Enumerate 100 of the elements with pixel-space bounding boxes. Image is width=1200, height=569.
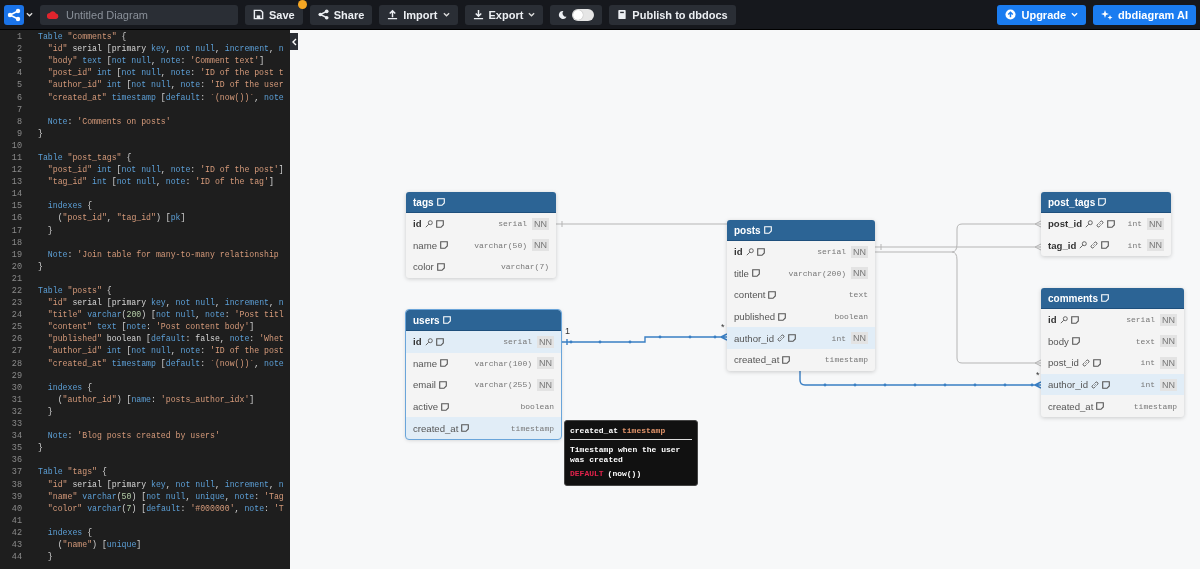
share-button[interactable]: Share xyxy=(309,4,373,25)
line-number: 32 xyxy=(10,406,22,417)
save-button[interactable]: Save xyxy=(245,4,303,25)
field-row[interactable]: name varchar(100) NN xyxy=(406,352,561,375)
field-row[interactable]: author_id int NN xyxy=(727,327,875,349)
field-name: author_id xyxy=(734,332,774,344)
not-null-tag: NN xyxy=(1160,313,1177,326)
not-null-tag: NN xyxy=(532,217,549,230)
import-button[interactable]: Import xyxy=(379,4,458,25)
table-name: tags xyxy=(413,196,434,208)
relationship-line[interactable] xyxy=(560,333,728,346)
note-icon xyxy=(1102,380,1110,389)
table-card[interactable]: tags id serial NN name varchar(50) NN color varchar(7) xyxy=(406,192,556,278)
line-number: 24 xyxy=(10,310,22,321)
line-number: 37 xyxy=(10,467,22,478)
ai-button[interactable]: dbdiagram AI xyxy=(1093,4,1196,25)
field-row[interactable]: post_id int NN xyxy=(1041,213,1171,235)
line-number: 44 xyxy=(10,552,22,563)
line-number: 27 xyxy=(10,346,22,357)
field-type: serial xyxy=(503,337,532,347)
field-name: body xyxy=(1048,335,1069,347)
not-null-tag: NN xyxy=(851,267,868,280)
field-name: name xyxy=(413,239,437,251)
code-line: ("author_id") [name: 'posts_author_idx'] xyxy=(56,393,255,406)
code-line: "post_id" int [not null, note: 'ID of the post'] xyxy=(46,164,284,177)
table-card[interactable]: users id serial NN name varchar(100) NN email varchar(255) NN active boolean created_at timestamp xyxy=(406,310,561,439)
note-icon xyxy=(1101,241,1110,250)
line-number: 26 xyxy=(10,334,22,345)
field-row[interactable]: post_id int NN xyxy=(1041,352,1184,374)
tooltip-field-name: created_at xyxy=(570,426,618,435)
field-row[interactable]: content text xyxy=(727,284,875,306)
field-type: varchar(50) xyxy=(474,240,527,250)
field-type: serial xyxy=(498,219,527,229)
code-line: indexes { xyxy=(46,381,93,394)
note-icon xyxy=(442,316,451,324)
field-row[interactable]: active boolean xyxy=(406,395,561,418)
field-type: text xyxy=(848,290,868,300)
field-row[interactable]: email varchar(255) NN xyxy=(406,374,561,396)
export-button[interactable]: Export xyxy=(464,4,544,25)
collapse-button[interactable] xyxy=(290,33,298,50)
line-number: 11 xyxy=(10,153,22,163)
field-row[interactable]: created_at timestamp xyxy=(727,348,875,371)
field-row[interactable]: tag_id int NN xyxy=(1041,234,1171,257)
field-row[interactable]: id serial NN xyxy=(727,241,875,263)
field-name: active xyxy=(413,401,439,413)
field-name: created_at xyxy=(413,422,459,434)
line-number: 6 xyxy=(15,92,22,103)
code-line: Note: 'Blog posts created by users' xyxy=(46,430,220,443)
line-number: 23 xyxy=(10,298,22,309)
field-row[interactable]: created_at timestamp xyxy=(406,417,561,439)
field-type: varchar(100) xyxy=(474,358,532,368)
field-row[interactable]: published boolean xyxy=(727,305,875,328)
toggle-switch[interactable] xyxy=(572,8,595,21)
field-row[interactable]: id serial NN xyxy=(1041,309,1184,331)
publish-button[interactable]: Publish to dbdocs xyxy=(609,4,736,25)
field-name: id xyxy=(413,218,422,230)
upgrade-button[interactable]: Upgrade xyxy=(997,4,1087,25)
line-number: 42 xyxy=(10,527,22,538)
not-null-tag: NN xyxy=(537,335,554,348)
field-row[interactable]: author_id int NN xyxy=(1041,373,1184,396)
code-line: Table "posts" { xyxy=(38,285,112,297)
note-icon xyxy=(782,355,791,364)
code-line: "author_id" int [not null, note: 'ID of the post xyxy=(46,345,284,358)
table-card[interactable]: posts id serial NN title varchar(200) NN content text published boolean author_id int NN created_at timestamp xyxy=(727,220,875,371)
field-row[interactable]: id serial NN xyxy=(406,213,556,235)
relationship-line[interactable] xyxy=(799,370,1042,389)
field-type: timestamp xyxy=(510,423,554,433)
field-row[interactable]: name varchar(50) NN xyxy=(406,234,556,257)
default-label: DEFAULT xyxy=(570,469,604,478)
line-number: 41 xyxy=(10,515,22,526)
line-number: 43 xyxy=(10,540,22,550)
not-null-tag: NN xyxy=(532,239,549,252)
theme-toggle[interactable] xyxy=(550,4,603,25)
field-row[interactable]: body text NN xyxy=(1041,330,1184,353)
line-number: 12 xyxy=(10,165,22,176)
diagram-name-field[interactable]: Untitled Diagram xyxy=(40,4,238,25)
line-number: 34 xyxy=(10,431,22,442)
table-card[interactable]: post_tags post_id int NN tag_id int NN xyxy=(1041,192,1171,257)
field-row[interactable]: color varchar(7) xyxy=(406,256,556,278)
code-line: Table "tags" { xyxy=(38,466,107,479)
field-type: varchar(7) xyxy=(501,262,549,272)
line-number: 21 xyxy=(10,273,22,284)
table-name: users xyxy=(413,314,440,326)
app-menu-button[interactable] xyxy=(4,4,24,25)
line-number: 20 xyxy=(10,261,22,272)
table-card[interactable]: comments id serial NN body text NN post_id int NN author_id int NN created_at timestamp xyxy=(1041,288,1184,417)
field-row[interactable]: title varchar(200) NN xyxy=(727,262,875,285)
not-null-tag: NN xyxy=(851,332,868,345)
field-row[interactable]: id serial NN xyxy=(406,331,561,353)
code-editor[interactable] xyxy=(0,30,290,569)
code-line: "color" varchar(7) [default: '#000000', note: 'T xyxy=(46,502,284,515)
field-name: id xyxy=(1048,314,1057,326)
menu-caret-button[interactable] xyxy=(26,12,33,17)
note-icon xyxy=(1107,219,1116,228)
field-row[interactable]: created_at timestamp xyxy=(1041,395,1184,417)
code-line: } xyxy=(38,442,43,455)
code-line: "author_id" int [not null, note: 'ID of the user xyxy=(46,79,284,92)
not-null-tag: NN xyxy=(1160,378,1177,391)
line-number: 3 xyxy=(15,56,22,67)
code-line: Note: 'Join table for many-to-many relationship xyxy=(46,248,279,261)
